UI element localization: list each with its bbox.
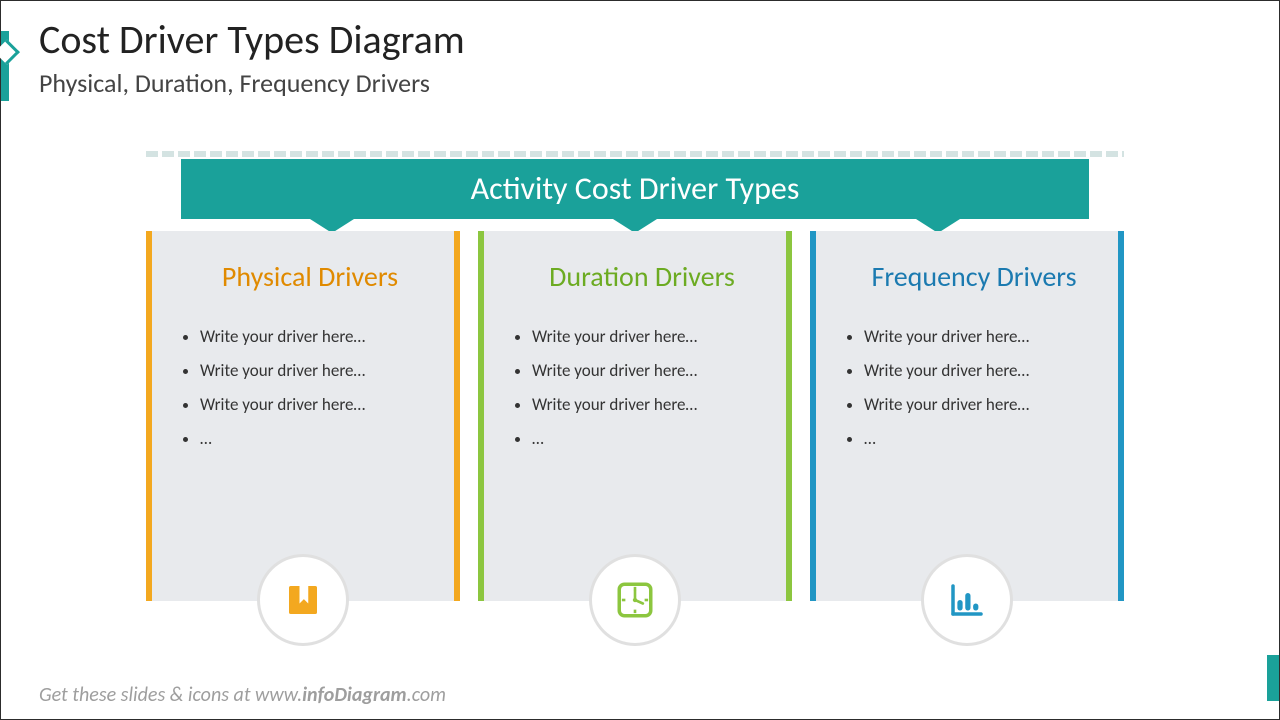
column-physical: Physical Drivers Write your driver here…… [146,231,460,601]
divider [146,151,1124,157]
list-item: Write your driver here… [200,388,442,422]
column-duration: Duration Drivers Write your driver here…… [478,231,792,601]
column-accent-left [810,231,816,601]
column-accent-left [146,231,152,601]
bar-chart-icon [946,579,988,621]
column-title: Frequency Drivers [842,259,1106,294]
list-item: Write your driver here… [532,388,774,422]
column-title: Physical Drivers [178,259,442,294]
edge-chevron-icon [0,39,20,64]
column-title: Duration Drivers [510,259,774,294]
bookmark-icon [282,579,324,621]
column-accent-left [478,231,484,601]
column-icon-circle [924,557,1010,643]
column-icon-circle [260,557,346,643]
column-accent-right [454,231,460,601]
list-item: Write your driver here… [200,320,442,354]
column-accent-right [786,231,792,601]
page-subtitle: Physical, Duration, Frequency Drivers [39,67,430,99]
list-item: Write your driver here… [864,354,1106,388]
footer-credit: Get these slides & icons at www.infoDiag… [39,683,446,707]
footer-suffix: .com [407,683,446,707]
list-item: Write your driver here… [864,320,1106,354]
list-item: … [200,422,442,456]
columns: Physical Drivers Write your driver here…… [146,231,1124,601]
footer-brand: infoDiagram [302,683,407,707]
list-item: Write your driver here… [532,354,774,388]
slide: Cost Driver Types Diagram Physical, Dura… [0,0,1280,720]
page-title: Cost Driver Types Diagram [39,15,465,64]
banner: Activity Cost Driver Types [181,159,1089,219]
bullet-list: Write your driver here… Write your drive… [178,320,442,456]
list-item: … [864,422,1106,456]
column-accent-right [1118,231,1124,601]
list-item: Write your driver here… [532,320,774,354]
corner-accent [1267,655,1279,701]
clock-icon [614,579,656,621]
list-item: Write your driver here… [200,354,442,388]
footer-prefix: Get these slides & icons at www. [39,683,302,707]
column-icon-circle [592,557,678,643]
list-item: Write your driver here… [864,388,1106,422]
banner-label: Activity Cost Driver Types [181,159,1089,219]
list-item: … [532,422,774,456]
bullet-list: Write your driver here… Write your drive… [510,320,774,456]
column-frequency: Frequency Drivers Write your driver here… [810,231,1124,601]
bullet-list: Write your driver here… Write your drive… [842,320,1106,456]
